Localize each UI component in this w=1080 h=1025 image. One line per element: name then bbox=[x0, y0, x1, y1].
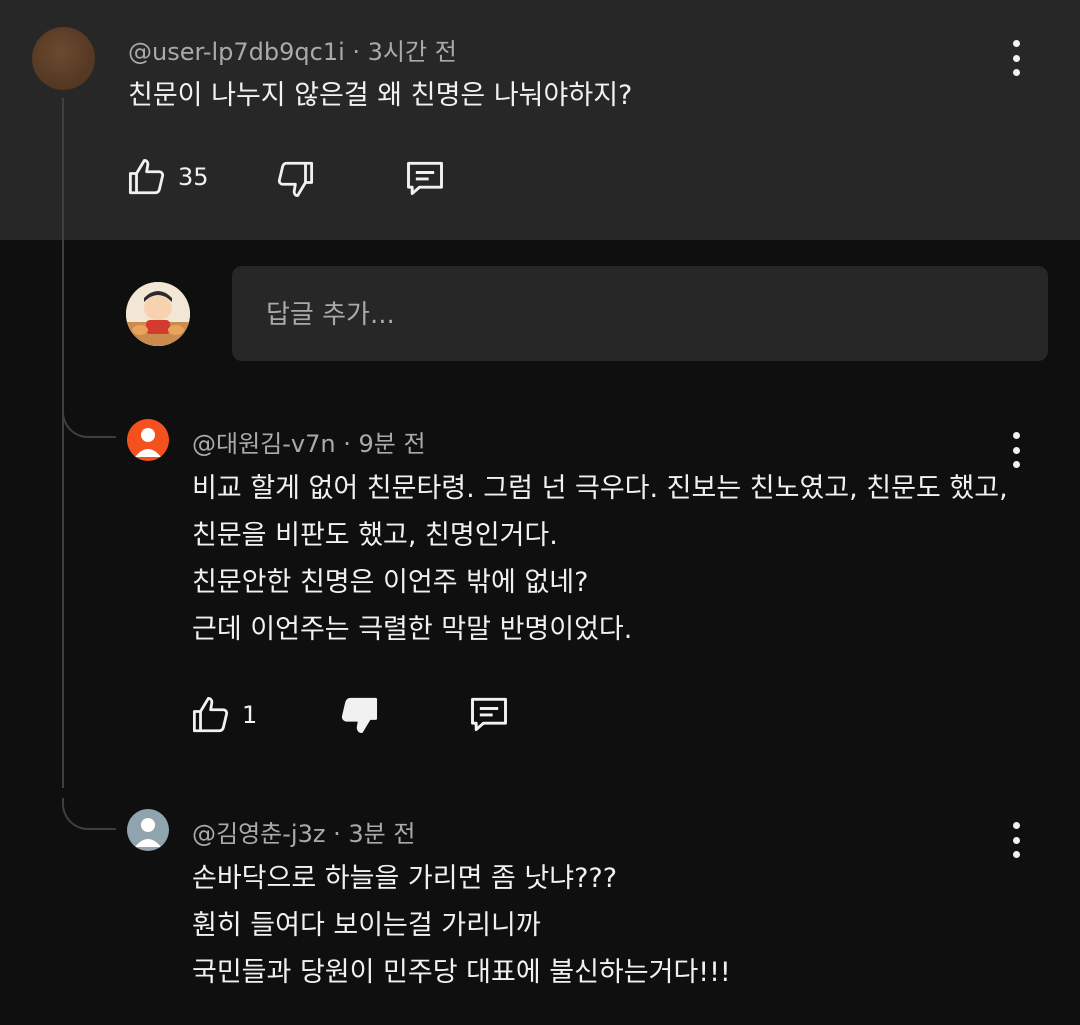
like-button[interactable]: 1 bbox=[190, 694, 257, 736]
comment-time[interactable]: · 3시간 전 bbox=[352, 38, 456, 66]
reply-icon bbox=[471, 697, 507, 732]
comment-line: 친문안한 친명은 이언주 밖에 없네? bbox=[192, 567, 589, 598]
reply-icon bbox=[407, 161, 443, 196]
comment-line: 손바닥으로 하늘을 가리면 좀 낫냐??? bbox=[192, 863, 618, 894]
comment-line: 친문이 나누지 않은걸 왜 친명은 나눠야하지? bbox=[128, 80, 633, 111]
reply-input-box[interactable] bbox=[232, 266, 1048, 363]
reply-button[interactable] bbox=[402, 156, 448, 200]
person-icon bbox=[135, 428, 161, 457]
comment-text: 친문이 나누지 않은걸 왜 친명은 나눠야하지? bbox=[128, 72, 632, 119]
comment-line: 근데 이언주는 극렬한 막말 반명이었다. bbox=[192, 614, 633, 645]
avatar[interactable] bbox=[32, 27, 95, 90]
comment-text: 손바닥으로 하늘을 가리면 좀 낫냐??? 훤히 들여다 보이는걸 가리니까 국… bbox=[192, 855, 731, 996]
comment-line: 비교 할게 없어 친문타령. 그럼 넌 극우다. 진보는 친노였고, 친문도 했… bbox=[192, 473, 1008, 504]
comment-meta: @대원김-v7n · 9분 전 bbox=[192, 424, 426, 459]
thread-branch bbox=[62, 798, 116, 830]
avatar[interactable] bbox=[127, 809, 169, 851]
dislike-icon bbox=[341, 697, 378, 734]
comment-time[interactable]: · 3분 전 bbox=[333, 820, 415, 848]
comment-line: 친문을 비판도 했고, 친명인거다. bbox=[192, 520, 558, 551]
comment-meta: @김영춘-j3z · 3분 전 bbox=[192, 814, 415, 849]
comment-line: 훤히 들여다 보이는걸 가리니까 bbox=[192, 910, 541, 941]
more-vert-icon[interactable] bbox=[1004, 38, 1028, 78]
reply-input[interactable] bbox=[264, 266, 1028, 363]
like-count: 1 bbox=[242, 701, 258, 729]
comment-author[interactable]: @김영춘-j3z bbox=[192, 820, 325, 848]
comment-line: 국민들과 당원이 민주당 대표에 불신하는거다!!! bbox=[192, 957, 731, 988]
dislike-button[interactable] bbox=[338, 694, 380, 736]
comment-text: 비교 할게 없어 친문타령. 그럼 넌 극우다. 진보는 친노였고, 친문도 했… bbox=[192, 465, 1008, 653]
thread-branch bbox=[62, 406, 116, 438]
dislike-button[interactable] bbox=[274, 158, 316, 200]
person-icon bbox=[135, 818, 161, 847]
comment-author[interactable]: @user-lp7db9qc1i bbox=[128, 38, 345, 66]
more-vert-icon[interactable] bbox=[1004, 430, 1028, 470]
current-user-avatar[interactable] bbox=[126, 282, 190, 346]
more-vert-icon[interactable] bbox=[1004, 820, 1028, 860]
like-count: 35 bbox=[178, 163, 209, 191]
like-icon bbox=[192, 696, 229, 733]
like-button[interactable]: 35 bbox=[126, 156, 209, 198]
comment-author[interactable]: @대원김-v7n bbox=[192, 430, 336, 458]
comment-meta: @user-lp7db9qc1i · 3시간 전 bbox=[128, 32, 457, 67]
comment-time[interactable]: · 9분 전 bbox=[343, 430, 425, 458]
dislike-icon bbox=[277, 161, 314, 198]
like-icon bbox=[128, 158, 165, 195]
thread-line bbox=[62, 98, 64, 788]
avatar[interactable] bbox=[127, 419, 169, 461]
reply-button[interactable] bbox=[466, 692, 512, 736]
